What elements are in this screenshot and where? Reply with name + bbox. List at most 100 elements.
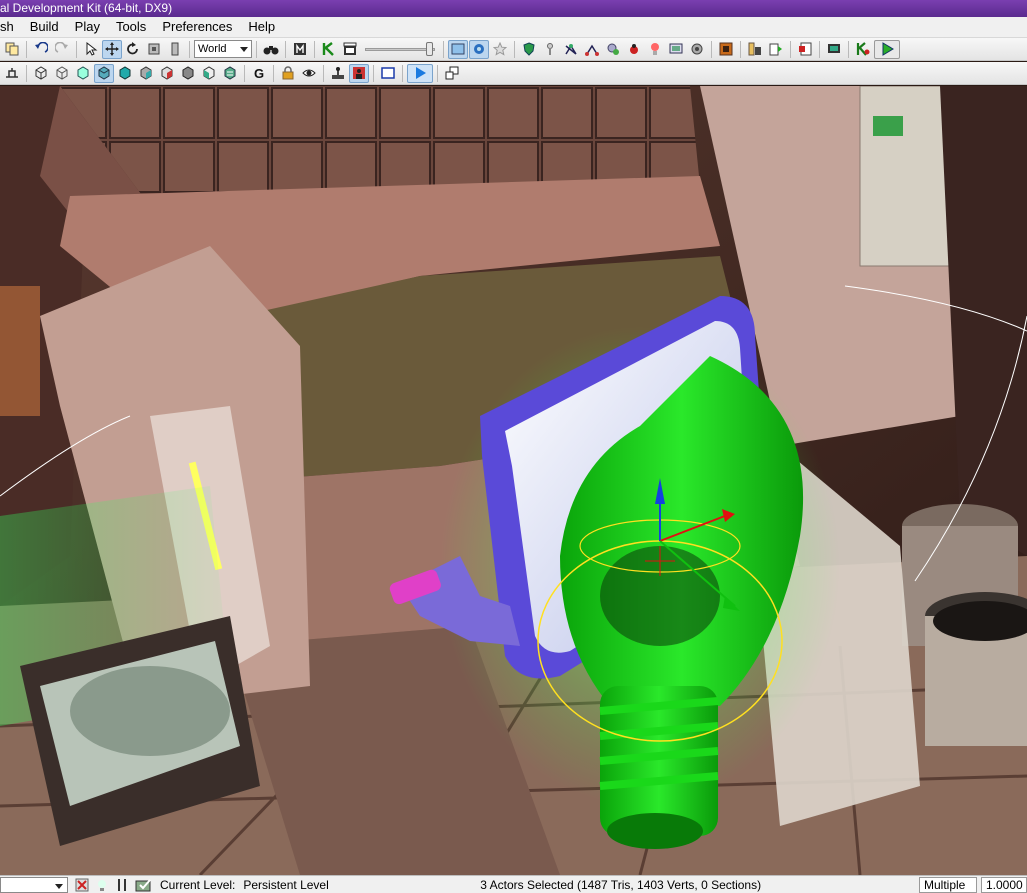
toolbar-separator	[76, 40, 77, 58]
content-browser-icon[interactable]	[716, 40, 736, 59]
toolbar-separator	[443, 40, 444, 58]
path-build-icon[interactable]	[582, 40, 602, 59]
shield-icon[interactable]	[519, 40, 539, 59]
clapper-icon[interactable]	[340, 40, 360, 59]
light-bulb-icon[interactable]	[92, 877, 112, 893]
realtime-icon[interactable]	[448, 39, 468, 59]
joystick-icon[interactable]	[328, 64, 348, 83]
grid-icon[interactable]	[112, 877, 132, 893]
rotate-icon[interactable]	[123, 40, 143, 59]
perspective-viewport[interactable]	[0, 86, 1027, 875]
bug-icon[interactable]	[624, 40, 644, 59]
menu-tools[interactable]: Tools	[108, 17, 154, 37]
monitor-icon[interactable]	[824, 40, 844, 59]
lit-icon[interactable]	[94, 63, 114, 83]
window-title-bar: al Development Kit (64-bit, DX9)	[0, 0, 1027, 17]
redo-icon[interactable]	[52, 40, 72, 59]
toolbar-separator	[323, 64, 324, 82]
unlit-icon[interactable]	[73, 64, 93, 83]
delete-x-icon[interactable]	[72, 877, 92, 893]
current-level-label: Current Level:	[160, 877, 236, 892]
lightmap-density-icon[interactable]	[220, 64, 240, 83]
coordinate-space-value: World	[198, 43, 227, 55]
path-icon[interactable]	[561, 40, 581, 59]
toolbar-separator	[740, 40, 741, 58]
menu-help[interactable]: Help	[240, 17, 283, 37]
star-icon[interactable]	[490, 40, 510, 59]
screen-icon[interactable]	[666, 40, 686, 59]
kismet-play-icon[interactable]	[853, 40, 873, 59]
toolbar-separator	[402, 64, 403, 82]
detail-lighting-icon[interactable]	[115, 64, 135, 83]
toolbar-separator	[26, 64, 27, 82]
group-icon[interactable]	[795, 40, 815, 59]
play-icon[interactable]	[874, 39, 900, 59]
toolbar-separator	[256, 40, 257, 58]
mode-icon[interactable]	[290, 40, 310, 59]
menu-bar: sh Build Play Tools Preferences Help	[0, 17, 1027, 38]
play-in-viewport-icon[interactable]	[407, 63, 433, 83]
window-title: al Development Kit (64-bit, DX9)	[0, 1, 173, 15]
toolbar-separator	[790, 40, 791, 58]
cinematic-icon[interactable]	[349, 63, 369, 83]
current-level-value: Persistent Level	[243, 877, 329, 892]
game-view-icon[interactable]: G	[249, 64, 269, 83]
actor-classes-icon[interactable]	[745, 40, 765, 59]
level-check-icon[interactable]	[132, 877, 156, 893]
copy-icon[interactable]	[2, 40, 22, 59]
chevron-down-icon	[240, 47, 248, 52]
drag-grid-mode[interactable]: Multiple	[919, 876, 977, 893]
slider-thumb[interactable]	[426, 42, 433, 56]
level-dropdown[interactable]	[0, 876, 68, 893]
level-browser-icon[interactable]	[766, 40, 786, 59]
sound-icon[interactable]	[687, 40, 707, 59]
maximize-viewport-icon[interactable]	[442, 64, 462, 83]
translate-icon[interactable]	[102, 39, 122, 59]
menu-preferences[interactable]: Preferences	[154, 17, 240, 37]
brush-wireframe-icon[interactable]	[31, 64, 51, 83]
menu-play[interactable]: Play	[67, 17, 108, 37]
toolbar-separator	[373, 64, 374, 82]
decal-icon[interactable]	[603, 40, 623, 59]
wireframe-icon[interactable]	[52, 64, 72, 83]
light-icon[interactable]	[645, 40, 665, 59]
selection-info: 3 Actors Selected (1487 Tris, 1403 Verts…	[480, 877, 762, 892]
status-bar: Current Level: Persistent Level 3 Actors…	[0, 875, 1027, 893]
toolbar-separator	[711, 40, 712, 58]
eye-icon[interactable]	[299, 64, 319, 83]
light-complexity-icon[interactable]	[157, 64, 177, 83]
coordinate-space-dropdown[interactable]: World	[194, 40, 252, 58]
viewport-frame-icon[interactable]	[378, 64, 398, 83]
scale-icon[interactable]	[144, 40, 164, 59]
chevron-down-icon	[55, 883, 63, 889]
nonuniform-scale-icon[interactable]	[165, 40, 185, 59]
select-icon[interactable]	[81, 40, 101, 59]
toolbar-separator	[819, 40, 820, 58]
undo-icon[interactable]	[31, 40, 51, 59]
menu-build[interactable]: Build	[22, 17, 67, 37]
speed-slider[interactable]	[365, 41, 435, 57]
kismet-icon[interactable]	[319, 40, 339, 59]
toolbar-separator	[189, 40, 190, 58]
toolbar-separator	[26, 40, 27, 58]
marker-icon[interactable]	[540, 40, 560, 59]
texture-density-icon[interactable]	[178, 64, 198, 83]
toolbar-separator	[314, 40, 315, 58]
main-toolbar: World	[0, 38, 1027, 61]
viewport-render	[0, 86, 1027, 875]
toolbar-separator	[848, 40, 849, 58]
viewport-toolbar: G	[0, 62, 1027, 85]
toolbar-separator	[285, 40, 286, 58]
camera-icon[interactable]	[469, 39, 489, 59]
svg-text:G: G	[254, 66, 264, 80]
binoculars-icon[interactable]	[261, 40, 281, 59]
toolbar-separator	[437, 64, 438, 82]
toolbar-separator	[514, 40, 515, 58]
shader-complexity-icon[interactable]	[199, 64, 219, 83]
menu-brush[interactable]: sh	[0, 17, 22, 37]
lock-viewport-icon[interactable]	[2, 64, 22, 83]
drag-grid-value[interactable]: 1.0000	[981, 876, 1027, 893]
toolbar-separator	[244, 64, 245, 82]
lock-icon[interactable]	[278, 64, 298, 83]
lighting-only-icon[interactable]	[136, 64, 156, 83]
